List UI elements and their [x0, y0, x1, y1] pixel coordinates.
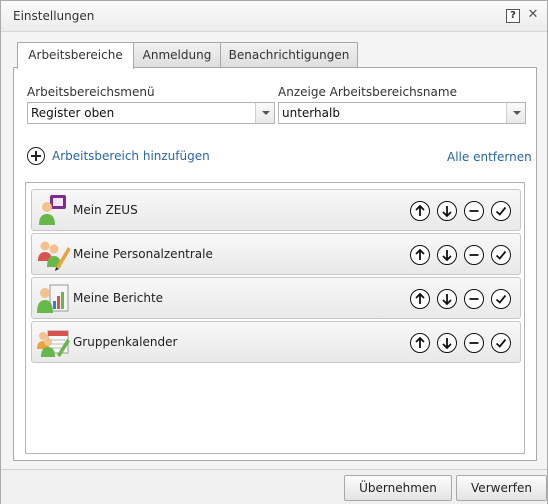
move-down-icon[interactable]: [437, 289, 457, 309]
workspace-label: Gruppenkalender: [73, 335, 178, 349]
move-up-icon[interactable]: [410, 333, 430, 353]
workspace-label: Mein ZEUS: [73, 203, 138, 217]
people-pencil-icon: [38, 241, 70, 271]
settings-dialog: Einstellungen ? ✕ Arbeitsbereiche Anmeld…: [0, 0, 548, 504]
report-chart-icon: [37, 284, 69, 313]
display-field-label: Anzeige Arbeitsbereichsname: [278, 85, 457, 99]
calendar-people-icon: [37, 330, 70, 357]
move-down-icon[interactable]: [437, 245, 457, 265]
menu-field-label: Arbeitsbereichsmenü: [27, 85, 155, 99]
display-select[interactable]: unterhalb: [278, 102, 526, 124]
dialog-footer: Übernehmen Verwerfen: [1, 469, 547, 504]
remove-icon[interactable]: [464, 245, 484, 265]
move-up-icon[interactable]: [410, 245, 430, 265]
move-up-icon[interactable]: [410, 289, 430, 309]
menu-select[interactable]: Register oben: [27, 102, 275, 124]
dialog-title: Einstellungen: [13, 9, 95, 23]
add-workspace-link[interactable]: Arbeitsbereich hinzufügen: [52, 149, 210, 163]
list-item: Mein ZEUS: [31, 189, 521, 231]
chevron-down-icon[interactable]: [255, 103, 274, 123]
move-down-icon[interactable]: [437, 333, 457, 353]
tab-benachrichtigungen[interactable]: Benachrichtigungen: [220, 42, 358, 67]
remove-icon[interactable]: [464, 201, 484, 221]
menu-select-value: Register oben: [31, 106, 115, 120]
list-item: Meine Berichte: [31, 277, 521, 319]
workspace-label: Meine Berichte: [73, 291, 164, 305]
tab-anmeldung[interactable]: Anmeldung: [133, 42, 221, 67]
plus-circle-icon[interactable]: [27, 147, 45, 165]
help-icon[interactable]: ?: [506, 9, 520, 23]
tab-arbeitsbereiche[interactable]: Arbeitsbereiche: [17, 42, 134, 69]
list-item: Meine Personalzentrale: [31, 233, 521, 275]
person-badge-icon: [39, 195, 66, 225]
confirm-icon[interactable]: [491, 333, 511, 353]
remove-icon[interactable]: [464, 333, 484, 353]
chevron-down-icon[interactable]: [506, 103, 525, 123]
display-select-value: unterhalb: [282, 106, 340, 120]
move-down-icon[interactable]: [437, 201, 457, 221]
close-icon[interactable]: ✕: [525, 7, 541, 23]
workspace-list: Mein ZEUS Meine Personalzentrale Meine B…: [25, 182, 525, 454]
apply-button[interactable]: Übernehmen: [344, 475, 452, 501]
tab-panel: Arbeitsbereichsmenü Register oben Anzeig…: [13, 67, 537, 461]
confirm-icon[interactable]: [491, 245, 511, 265]
confirm-icon[interactable]: [491, 289, 511, 309]
discard-button[interactable]: Verwerfen: [456, 475, 547, 501]
list-item: Gruppenkalender: [31, 321, 521, 363]
remove-icon[interactable]: [464, 289, 484, 309]
remove-all-link[interactable]: Alle entfernen: [447, 150, 532, 164]
move-up-icon[interactable]: [410, 201, 430, 221]
confirm-icon[interactable]: [491, 201, 511, 221]
workspace-label: Meine Personalzentrale: [73, 247, 213, 261]
title-bar: Einstellungen ? ✕: [1, 1, 547, 32]
